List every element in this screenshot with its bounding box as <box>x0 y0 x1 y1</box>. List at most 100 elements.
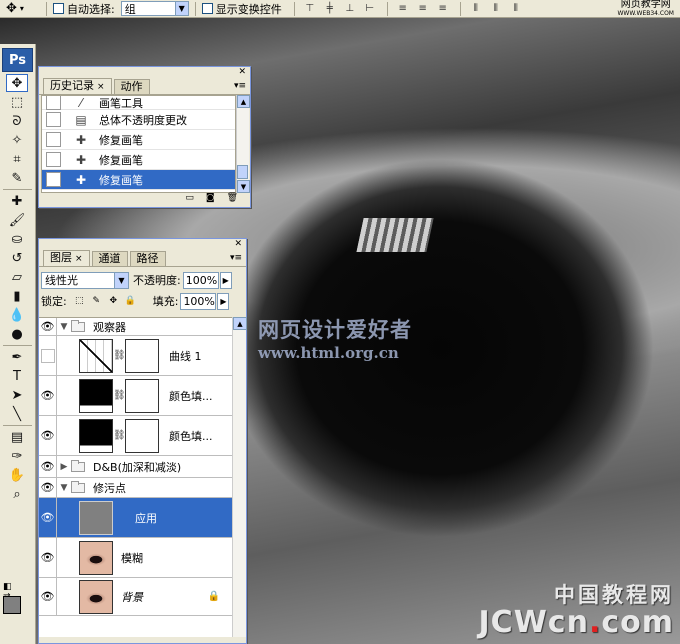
collapse-triangle-icon[interactable]: ▶ <box>57 462 71 472</box>
marquee-tool-icon[interactable]: ⬚ <box>6 93 28 111</box>
expand-triangle-icon[interactable]: ▼ <box>57 322 71 332</box>
tab-paths[interactable]: 路径 <box>129 251 166 266</box>
history-snapshot-box[interactable] <box>46 112 61 127</box>
history-snapshot-box[interactable] <box>46 96 61 110</box>
align-bottom-icon[interactable]: ⊥ <box>341 2 359 16</box>
layer-mask-thumbnail[interactable] <box>125 338 159 373</box>
distribute-right-icon[interactable]: ⫴ <box>507 2 525 16</box>
auto-select-checkbox[interactable] <box>53 3 64 14</box>
trash-icon[interactable]: 🗑 <box>227 193 238 205</box>
new-document-icon[interactable]: ▭ <box>185 193 194 205</box>
clone-stamp-tool-icon[interactable]: ⛀ <box>6 230 28 248</box>
layer-mask-thumbnail[interactable] <box>125 418 159 453</box>
layer-row-selected[interactable]: 👁 应用 <box>39 498 232 538</box>
type-tool-icon[interactable]: T <box>6 367 28 385</box>
history-snapshot-box[interactable] <box>46 132 61 147</box>
distribute-top-icon[interactable]: ≡ <box>394 2 412 16</box>
tab-actions[interactable]: 动作 <box>113 79 150 94</box>
align-top-icon[interactable]: ⊤ <box>301 2 319 16</box>
blur-tool-icon[interactable]: 💧 <box>6 306 28 324</box>
history-snapshot-box[interactable] <box>46 152 61 167</box>
hand-tool-icon[interactable]: ✋ <box>6 466 28 484</box>
distribute-vcenter-icon[interactable]: ≡ <box>414 2 432 16</box>
photoshop-logo[interactable]: Ps <box>2 48 33 72</box>
show-transform-option[interactable]: 显示变换控件 <box>201 1 282 17</box>
gradient-tool-icon[interactable]: ▮ <box>6 287 28 305</box>
visibility-eye-icon[interactable]: 👁 <box>39 538 57 577</box>
layer-row[interactable]: 👁 ⛓ 颜色填... <box>39 376 232 416</box>
visibility-eye-icon[interactable]: 👁 <box>39 416 57 455</box>
zoom-tool-icon[interactable]: ⌕ <box>6 485 28 503</box>
align-vcenter-icon[interactable]: ╪ <box>321 2 339 16</box>
visibility-toggle[interactable] <box>39 336 57 375</box>
layer-group-row[interactable]: 👁 ▼ 修污点 <box>39 478 232 498</box>
layer-group-row[interactable]: 👁 ▶ D&B(加深和减淡) <box>39 456 232 478</box>
visibility-eye-icon[interactable]: 👁 <box>39 498 57 537</box>
history-snapshot-box[interactable] <box>46 172 61 187</box>
close-icon[interactable]: ✕ <box>234 239 242 249</box>
visibility-eye-icon[interactable]: 👁 <box>39 376 57 415</box>
foreground-color-swatch[interactable] <box>3 596 21 614</box>
magic-wand-tool-icon[interactable]: ✧ <box>6 131 28 149</box>
scroll-up-icon[interactable]: ▲ <box>237 95 250 108</box>
auto-select-option[interactable]: 自动选择: <box>53 1 115 17</box>
lasso-tool-icon[interactable]: ᘐ <box>6 112 28 130</box>
fill-input[interactable]: 100% <box>180 292 217 310</box>
notes-tool-icon[interactable]: ▤ <box>6 428 28 446</box>
slice-tool-icon[interactable]: ✎ <box>6 169 28 187</box>
history-item[interactable]: ✚ 修复画笔 <box>42 150 235 170</box>
tool-preset-picker[interactable]: ✥ ▾ <box>0 0 40 18</box>
expand-triangle-icon[interactable]: ▼ <box>57 483 71 493</box>
history-scrollbar[interactable]: ▲ ▼ <box>236 95 250 193</box>
tab-layers[interactable]: 图层 × <box>43 250 90 266</box>
layer-row-background[interactable]: 👁 背景 🔒 <box>39 578 232 616</box>
history-brush-tool-icon[interactable]: ↺ <box>6 249 28 267</box>
history-item-selected[interactable]: ✚ 修复画笔 <box>42 170 235 190</box>
healing-brush-tool-icon[interactable]: ✚ <box>6 192 28 210</box>
panel-menu-icon[interactable]: ▾≡ <box>230 253 242 263</box>
tab-channels[interactable]: 通道 <box>91 251 128 266</box>
crop-tool-icon[interactable]: ⌗ <box>6 150 28 168</box>
panel-menu-icon[interactable]: ▾≡ <box>234 81 246 91</box>
brush-tool-icon[interactable]: 🖌 <box>6 211 28 229</box>
visibility-eye-icon[interactable]: 👁 <box>39 318 57 335</box>
lock-position-icon[interactable]: ✥ <box>108 296 119 307</box>
layer-row[interactable]: ⛓ 曲线 1 <box>39 336 232 376</box>
layer-row[interactable]: 👁 ⛓ 颜色填... <box>39 416 232 456</box>
distribute-hcenter-icon[interactable]: ⫴ <box>487 2 505 16</box>
layers-scrollbar[interactable]: ▲ <box>232 317 247 637</box>
lock-image-icon[interactable]: ✎ <box>91 296 102 307</box>
history-item[interactable]: ▤ 总体不透明度更改 <box>42 110 235 130</box>
scroll-thumb[interactable] <box>237 165 248 179</box>
visibility-eye-icon[interactable]: 👁 <box>39 456 57 477</box>
lock-transparency-icon[interactable]: ⬚ <box>74 296 85 307</box>
layer-mask-thumbnail[interactable] <box>125 378 159 413</box>
line-tool-icon[interactable]: ╲ <box>6 405 28 423</box>
show-transform-checkbox[interactable] <box>201 3 213 14</box>
eyedropper-tool-icon[interactable]: ✑ <box>6 447 28 465</box>
visibility-eye-icon[interactable]: 👁 <box>39 478 57 497</box>
scroll-up-icon[interactable]: ▲ <box>233 317 247 330</box>
history-item[interactable]: ✚ 修复画笔 <box>42 130 235 150</box>
close-icon[interactable]: × <box>75 254 83 264</box>
distribute-left-icon[interactable]: ⫴ <box>467 2 485 16</box>
blend-mode-select[interactable]: 线性光 ▼ <box>41 271 129 289</box>
tab-history[interactable]: 历史记录 × <box>43 78 112 94</box>
close-icon[interactable]: × <box>97 82 105 92</box>
path-selection-tool-icon[interactable]: ➤ <box>6 386 28 404</box>
align-left-icon[interactable]: ⊢ <box>361 2 379 16</box>
link-chain-icon[interactable]: ⛓ <box>113 430 126 441</box>
close-icon[interactable]: ✕ <box>238 67 246 77</box>
link-chain-icon[interactable]: ⛓ <box>113 350 126 361</box>
distribute-bottom-icon[interactable]: ≡ <box>434 2 452 16</box>
link-chain-icon[interactable]: ⛓ <box>113 390 126 401</box>
scroll-down-icon[interactable]: ▼ <box>237 180 250 193</box>
eraser-tool-icon[interactable]: ▱ <box>6 268 28 286</box>
default-colors-icon[interactable]: ◧ ⇄ <box>3 582 13 602</box>
layer-group-row[interactable]: 👁 ▼ 观察器 <box>39 318 232 336</box>
lock-all-icon[interactable]: 🔒 <box>125 296 136 307</box>
auto-select-dropdown[interactable]: 组 ▼ <box>120 1 189 16</box>
opacity-slider-arrow-icon[interactable]: ▶ <box>219 271 232 289</box>
fill-slider-arrow-icon[interactable]: ▶ <box>217 292 230 310</box>
dodge-tool-icon[interactable]: ● <box>6 325 28 343</box>
